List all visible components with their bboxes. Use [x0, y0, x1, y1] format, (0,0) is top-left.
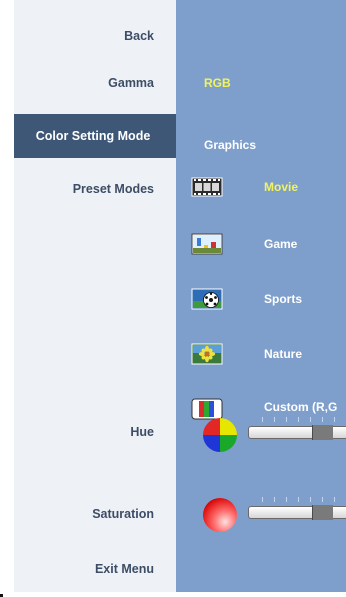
exit-menu-item[interactable]: Exit Menu — [14, 550, 176, 588]
saturation-slider[interactable] — [248, 497, 346, 527]
preset-modes-item[interactable]: Preset Modes — [14, 170, 176, 208]
exit-menu-label: Exit Menu — [94, 562, 154, 576]
back-item[interactable]: Back — [14, 17, 176, 55]
preset-sports[interactable]: Sports — [264, 292, 302, 306]
saturation-label: Saturation — [92, 507, 154, 521]
back-label: Back — [124, 29, 154, 43]
preset-custom[interactable]: Custom (R,G — [264, 400, 337, 414]
saturation-item[interactable]: Saturation — [14, 495, 176, 533]
color-setting-mode-label: Color Setting Mode — [35, 129, 151, 143]
color-mode-value: Graphics — [204, 138, 257, 152]
film-strip-icon — [191, 176, 223, 198]
color-setting-mode-item[interactable]: Color Setting Mode — [14, 114, 176, 158]
saturation-slider-thumb[interactable] — [312, 505, 333, 520]
preset-game[interactable]: Game — [264, 237, 297, 251]
gamma-label: Gamma — [108, 76, 154, 90]
saturation-slider-ticks — [262, 497, 346, 502]
flower-icon — [191, 343, 223, 365]
red-sphere-icon — [202, 497, 238, 533]
game-icon — [191, 233, 223, 255]
soccer-ball-icon — [191, 288, 223, 310]
hue-item[interactable]: Hue — [14, 413, 176, 451]
hue-label: Hue — [130, 425, 154, 439]
menu-sidebar: Back Gamma Color Setting Mode Preset Mod… — [14, 0, 176, 592]
hue-slider-thumb[interactable] — [312, 425, 333, 440]
color-wheel-icon — [202, 417, 238, 453]
gamma-item[interactable]: Gamma — [14, 64, 176, 102]
preset-modes-label: Preset Modes — [72, 182, 154, 196]
hue-slider-ticks — [262, 417, 346, 422]
gamma-value: RGB — [204, 76, 231, 90]
preset-movie[interactable]: Movie — [264, 180, 298, 194]
preset-nature[interactable]: Nature — [264, 347, 302, 361]
hue-slider[interactable] — [248, 417, 346, 447]
